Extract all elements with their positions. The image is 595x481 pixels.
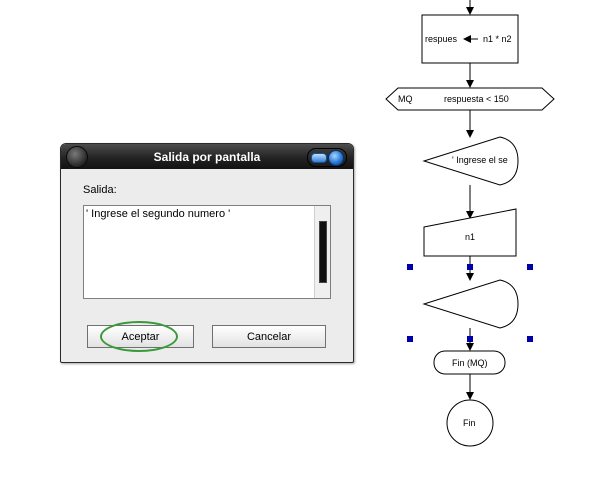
accept-button[interactable]: Aceptar — [87, 325, 194, 348]
resize-handle[interactable] — [527, 264, 533, 270]
resize-handle[interactable] — [467, 336, 473, 342]
scroll-thumb[interactable] — [319, 221, 327, 283]
window-controls — [307, 148, 347, 167]
vertical-scrollbar[interactable] — [314, 206, 330, 298]
loop-block[interactable]: MQ respuesta < 150 — [385, 87, 555, 111]
output-text: ' Ingrese el segundo numero ' — [86, 208, 231, 220]
minimize-icon[interactable] — [311, 153, 327, 163]
output-block[interactable]: ' Ingrese el se — [422, 136, 519, 186]
assignment-block[interactable]: respues n1 * n2 — [421, 14, 519, 64]
assignment-variable: respues — [425, 34, 458, 44]
end-terminal[interactable]: Fin — [446, 399, 494, 447]
output-dialog: Salida por pantalla Salida: ' Ingrese el… — [60, 143, 354, 363]
output-textarea[interactable]: ' Ingrese el segundo numero ' — [83, 205, 331, 299]
output-block-selected[interactable] — [422, 279, 519, 329]
cancel-button[interactable]: Cancelar — [212, 325, 326, 348]
loop-keyword: MQ — [398, 94, 413, 104]
input-block-text: n1 — [465, 232, 475, 242]
loop-condition: respuesta < 150 — [444, 94, 509, 104]
loop-end-text: Fin (MQ) — [452, 358, 488, 368]
output-label: Salida: — [83, 184, 117, 196]
loop-end-block[interactable]: Fin (MQ) — [433, 350, 506, 375]
dialog-titlebar[interactable]: Salida por pantalla — [61, 144, 353, 169]
resize-handle[interactable] — [407, 336, 413, 342]
output-block-text: ' Ingrese el se — [452, 155, 508, 165]
assignment-expression: n1 * n2 — [483, 34, 512, 44]
resize-handle[interactable] — [407, 264, 413, 270]
end-terminal-text: Fin — [463, 418, 476, 428]
close-icon[interactable] — [328, 150, 344, 166]
resize-handle[interactable] — [527, 336, 533, 342]
resize-handle[interactable] — [467, 264, 473, 270]
